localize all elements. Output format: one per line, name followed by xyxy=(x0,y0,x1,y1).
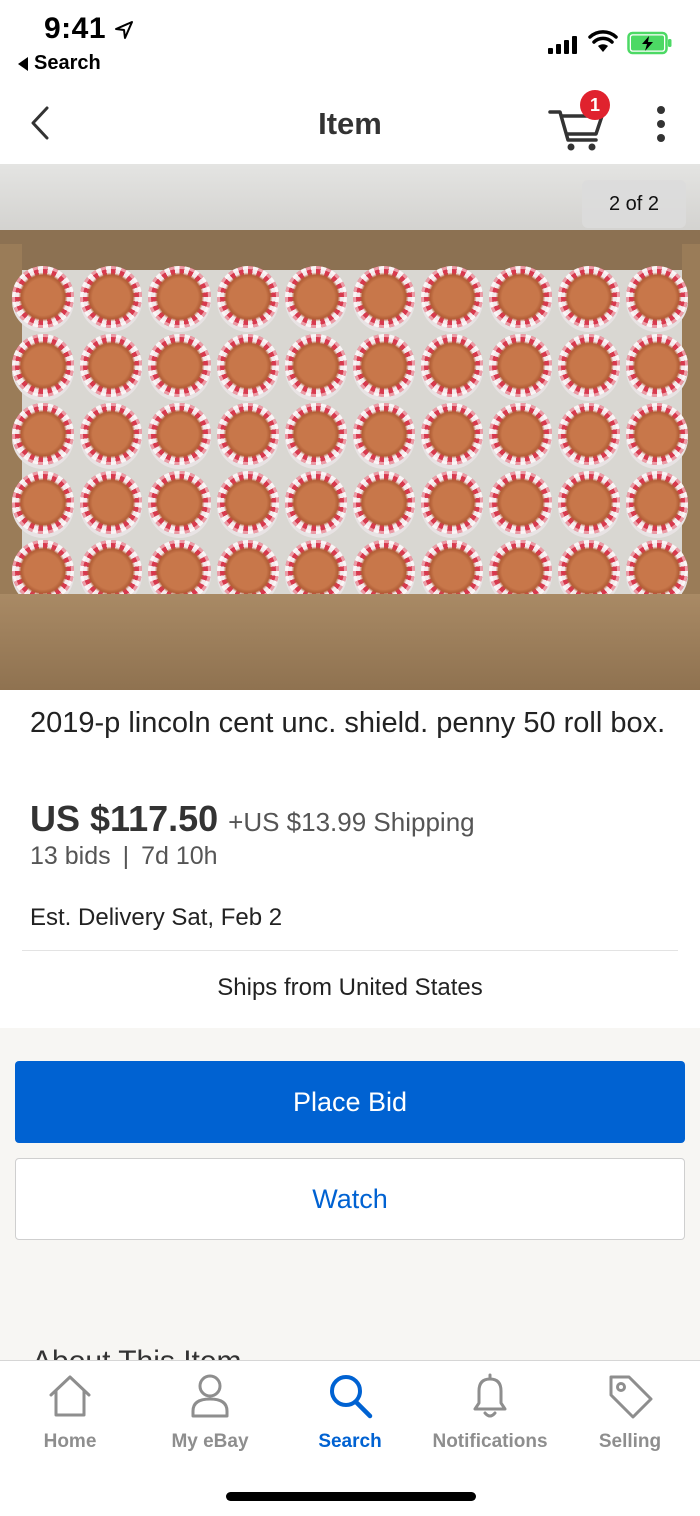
penny-roll xyxy=(148,266,211,329)
about-section-heading: About This Item xyxy=(32,1340,242,1360)
tab-my-ebay[interactable]: My eBay xyxy=(140,1371,280,1467)
navigation-bar: Item 1 xyxy=(0,84,700,164)
penny-roll xyxy=(557,471,620,534)
penny-roll xyxy=(284,539,347,602)
penny-roll xyxy=(148,539,211,602)
tab-home[interactable]: Home xyxy=(0,1371,140,1467)
penny-roll xyxy=(216,539,279,602)
home-icon xyxy=(49,1375,91,1417)
penny-roll xyxy=(557,539,620,602)
penny-roll xyxy=(489,334,552,397)
status-time: 9:41 xyxy=(44,12,107,45)
penny-roll xyxy=(625,471,688,534)
item-info-card: 2019-p lincoln cent unc. shield. penny 5… xyxy=(0,690,700,1028)
tab-selling[interactable]: Selling xyxy=(560,1371,700,1467)
item-price: US $117.50 xyxy=(30,798,219,839)
shipping-cost: +US $13.99 Shipping xyxy=(228,807,475,837)
bell-icon xyxy=(473,1373,507,1418)
back-triangle-icon xyxy=(18,56,28,71)
search-icon xyxy=(330,1375,373,1419)
penny-roll xyxy=(352,471,416,534)
penny-roll xyxy=(421,471,484,534)
penny-roll xyxy=(80,402,143,466)
penny-roll xyxy=(80,334,143,397)
tab-notifications[interactable]: Notifications xyxy=(420,1371,560,1467)
penny-roll xyxy=(352,334,416,397)
penny-roll xyxy=(12,471,75,534)
penny-roll xyxy=(80,266,143,329)
estimated-delivery: Est. Delivery Sat, Feb 2 xyxy=(30,904,283,931)
penny-roll xyxy=(284,471,347,534)
penny-rolls-grid xyxy=(10,264,690,604)
bid-count: 13 bids xyxy=(30,842,111,870)
tab-label: Selling xyxy=(598,1431,662,1452)
back-to-app-link[interactable]: Search xyxy=(18,52,101,75)
penny-roll xyxy=(80,471,143,534)
image-counter-badge: 2 of 2 xyxy=(582,180,686,228)
penny-roll xyxy=(421,402,484,466)
divider xyxy=(22,950,678,951)
penny-roll xyxy=(12,402,75,466)
penny-roll xyxy=(557,402,620,466)
location-arrow-icon xyxy=(115,21,133,39)
home-indicator xyxy=(226,1492,476,1501)
tag-icon xyxy=(609,1375,653,1419)
wifi-icon xyxy=(588,30,618,52)
tab-label: Notifications xyxy=(432,1431,548,1452)
penny-roll xyxy=(216,402,279,466)
status-bar: 9:41 Search xyxy=(0,0,700,84)
penny-roll xyxy=(625,266,688,329)
penny-roll xyxy=(352,539,416,602)
tab-label: Search xyxy=(318,1431,382,1452)
cellular-signal-icon xyxy=(548,36,577,54)
box-front-flap xyxy=(0,594,700,690)
price-row: US $117.50 +US $13.99 Shipping xyxy=(30,798,475,840)
more-options-icon[interactable] xyxy=(648,102,674,146)
bids-separator: | xyxy=(122,842,130,870)
penny-roll xyxy=(148,334,211,397)
penny-roll xyxy=(148,471,211,534)
penny-roll xyxy=(216,334,279,397)
penny-roll xyxy=(625,334,688,397)
penny-roll xyxy=(216,471,279,534)
penny-roll xyxy=(557,266,620,329)
penny-roll xyxy=(284,266,347,329)
back-app-label: Search xyxy=(34,52,101,74)
penny-roll xyxy=(216,266,279,329)
penny-roll xyxy=(12,334,75,397)
ships-from: Ships from United States xyxy=(217,974,483,1001)
penny-roll xyxy=(421,334,484,397)
penny-roll xyxy=(284,334,347,397)
penny-roll xyxy=(352,402,416,466)
penny-roll xyxy=(625,539,688,602)
item-title: 2019-p lincoln cent unc. shield. penny 5… xyxy=(30,707,666,739)
penny-roll xyxy=(148,402,211,466)
place-bid-button[interactable]: Place Bid xyxy=(15,1061,685,1143)
cart-count-badge: 1 xyxy=(580,90,610,120)
penny-roll xyxy=(625,402,688,466)
person-icon xyxy=(191,1374,229,1418)
penny-roll xyxy=(489,471,552,534)
penny-roll xyxy=(12,266,75,329)
time-left: 7d 10h xyxy=(141,842,218,870)
penny-roll xyxy=(352,266,416,329)
penny-roll xyxy=(557,334,620,397)
penny-roll xyxy=(284,402,347,466)
penny-roll xyxy=(12,539,75,602)
battery-charging-icon xyxy=(627,31,672,55)
watch-button[interactable]: Watch xyxy=(15,1158,685,1240)
penny-roll xyxy=(489,539,552,602)
tab-label: Home xyxy=(43,1431,97,1452)
penny-roll xyxy=(421,266,484,329)
penny-roll xyxy=(489,266,552,329)
tab-search[interactable]: Search xyxy=(280,1371,420,1467)
bids-row: 13 bids | 7d 10h xyxy=(30,842,218,871)
penny-roll xyxy=(489,402,552,466)
penny-roll xyxy=(80,539,143,602)
tab-label: My eBay xyxy=(171,1431,249,1452)
item-photo[interactable] xyxy=(0,164,700,690)
penny-roll xyxy=(421,539,484,602)
